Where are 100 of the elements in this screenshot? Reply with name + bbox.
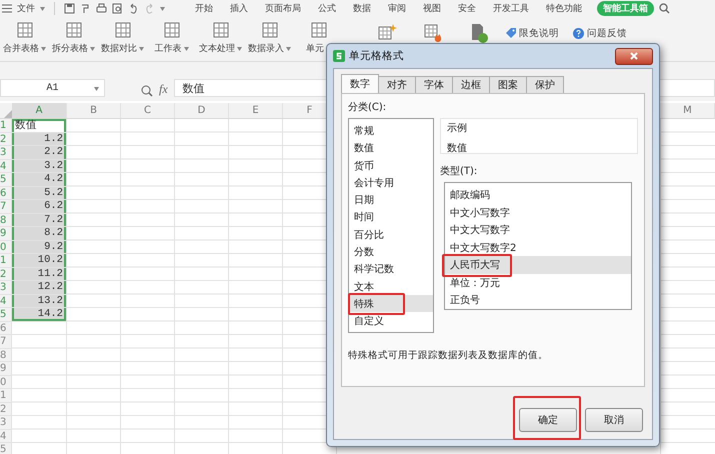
sample-label: 示例 [447,122,468,135]
sample-value: 数值 [447,142,468,155]
menu-icon[interactable] [2,4,12,13]
help-link[interactable]: 限免说明 [505,27,559,40]
flame-grid-icon[interactable] [423,23,443,43]
ribbon-tool[interactable]: 拆分表格 [49,21,98,55]
table-icon [64,21,82,39]
dialog-button[interactable]: 确定 [519,408,577,432]
dialog-tab[interactable]: 图案 [489,76,527,93]
close-button[interactable] [615,48,653,64]
category-item[interactable]: 货币 [349,156,433,174]
caret-icon [40,6,45,10]
menu-tab[interactable]: 公式 [312,2,342,15]
dialog-tab[interactable]: 字体 [415,76,453,93]
menu-tab[interactable]: 插入 [224,2,254,15]
table-cell: 5.2 [12,186,67,200]
search-icon[interactable] [659,3,670,14]
table-cell: 9.2 [12,240,67,254]
preview-icon[interactable] [112,3,123,14]
column-header[interactable]: D [175,103,229,118]
caret-icon [139,46,144,50]
menu-tab[interactable]: 页面布局 [259,2,307,15]
dialog-button[interactable]: 取消 [585,408,643,432]
column-header[interactable]: B [67,103,121,118]
help-link[interactable]: 问题反馈 [573,27,627,40]
ribbon-tool[interactable]: 数据对比 [98,21,147,55]
undo-icon[interactable] [128,3,139,14]
menu-tab[interactable]: 开始 [189,2,219,15]
menu-tab[interactable]: 视图 [417,2,447,15]
description-text: 特殊格式可用于跟踪数据列表及数据库的值。 [348,349,549,362]
file-menu[interactable]: 文件 [17,2,35,15]
menu-tab[interactable]: 审阅 [382,2,412,15]
table-cell: 6.2 [12,200,67,214]
print-icon[interactable] [96,3,107,14]
category-item[interactable]: 常规 [349,122,433,140]
table-cell: 11.2 [12,268,67,281]
name-box[interactable]: A1 [0,79,105,97]
category-item[interactable]: 数值 [349,139,433,157]
category-label: 分类(C): [348,100,388,114]
type-item[interactable]: 中文大写数字 [445,221,631,238]
table-icon [16,21,34,39]
ribbon-tool[interactable]: 文本处理 [196,21,245,55]
category-item[interactable]: 文本 [349,278,433,295]
caret-icon [237,46,242,50]
menu-tab[interactable]: 数据 [347,2,377,15]
app-logo-icon [333,50,345,62]
menu-tab[interactable]: 开发工具 [487,2,535,15]
caret-icon [286,46,291,50]
type-item[interactable]: 中文大写数字2 [445,238,631,256]
table-cell: 4.2 [12,173,67,186]
menu-tab[interactable]: 安全 [452,2,482,15]
caret-icon [41,46,46,50]
category-item[interactable]: 日期 [349,191,433,208]
type-list[interactable]: 邮政编码 中文小写数字 中文大写数字 中文大写数字2 人民币大写 单位：万元 正负号 [444,182,632,310]
type-item[interactable]: 正负号 [445,291,631,308]
caret-icon [160,6,165,10]
document-icon[interactable] [469,23,489,43]
dialog-tab[interactable]: 保护 [526,76,564,93]
dialog-title: 单元格格式 [349,49,404,63]
dialog-tab[interactable]: 数字 [341,74,379,93]
caret-icon [90,46,95,50]
caret-icon [94,87,99,91]
type-item[interactable]: 人民币大写 [445,256,631,274]
table-cell: 7.2 [12,214,67,227]
table-icon [212,21,230,39]
table-icon [310,21,328,39]
function-button[interactable]: fx [159,82,168,97]
column-header[interactable]: M [661,103,715,118]
table-icon [114,21,132,39]
table-cell: 8.2 [12,227,67,240]
dialog-tab[interactable]: 对齐 [378,76,416,93]
category-item[interactable]: 百分比 [349,226,433,244]
menu-tab[interactable]: 特色功能 [540,2,588,15]
zoom-icon[interactable] [141,85,153,97]
column-header[interactable]: C [121,103,175,118]
type-item[interactable]: 中文小写数字 [445,204,631,221]
type-item[interactable]: 邮政编码 [445,186,631,204]
column-header[interactable]: E [229,103,283,118]
table-cell: 12.2 [12,281,67,294]
category-list[interactable]: 常规 数值 货币 会计专用 日期 时间 百分比 分数 科学记数 文本 特殊 自定义 [348,118,434,333]
table-cell: 1.2 [12,132,67,146]
close-icon [630,52,638,60]
type-label: 类型(T): [440,164,478,178]
category-item[interactable]: 分数 [349,243,433,260]
table-cell: 14.2 [12,308,67,322]
table-cell: 3.2 [12,160,67,173]
table-cell: 10.2 [12,254,67,268]
ribbon-tool[interactable]: 工作表 [147,21,196,55]
category-item[interactable]: 特殊 [349,294,433,312]
category-item[interactable]: 时间 [349,208,433,226]
dialog-tab[interactable]: 边框 [452,76,490,93]
type-item[interactable]: 单位：万元 [445,274,631,291]
ribbon-tool[interactable]: 合并表格 [0,21,49,55]
save-icon[interactable] [64,3,75,14]
table-icon [162,21,180,39]
category-item[interactable]: 自定义 [349,312,433,330]
category-item[interactable]: 会计专用 [349,174,433,192]
ribbon-tool[interactable]: 数据录入 [245,21,294,55]
tag-icon [505,28,516,39]
category-item[interactable]: 科学记数 [349,260,433,278]
